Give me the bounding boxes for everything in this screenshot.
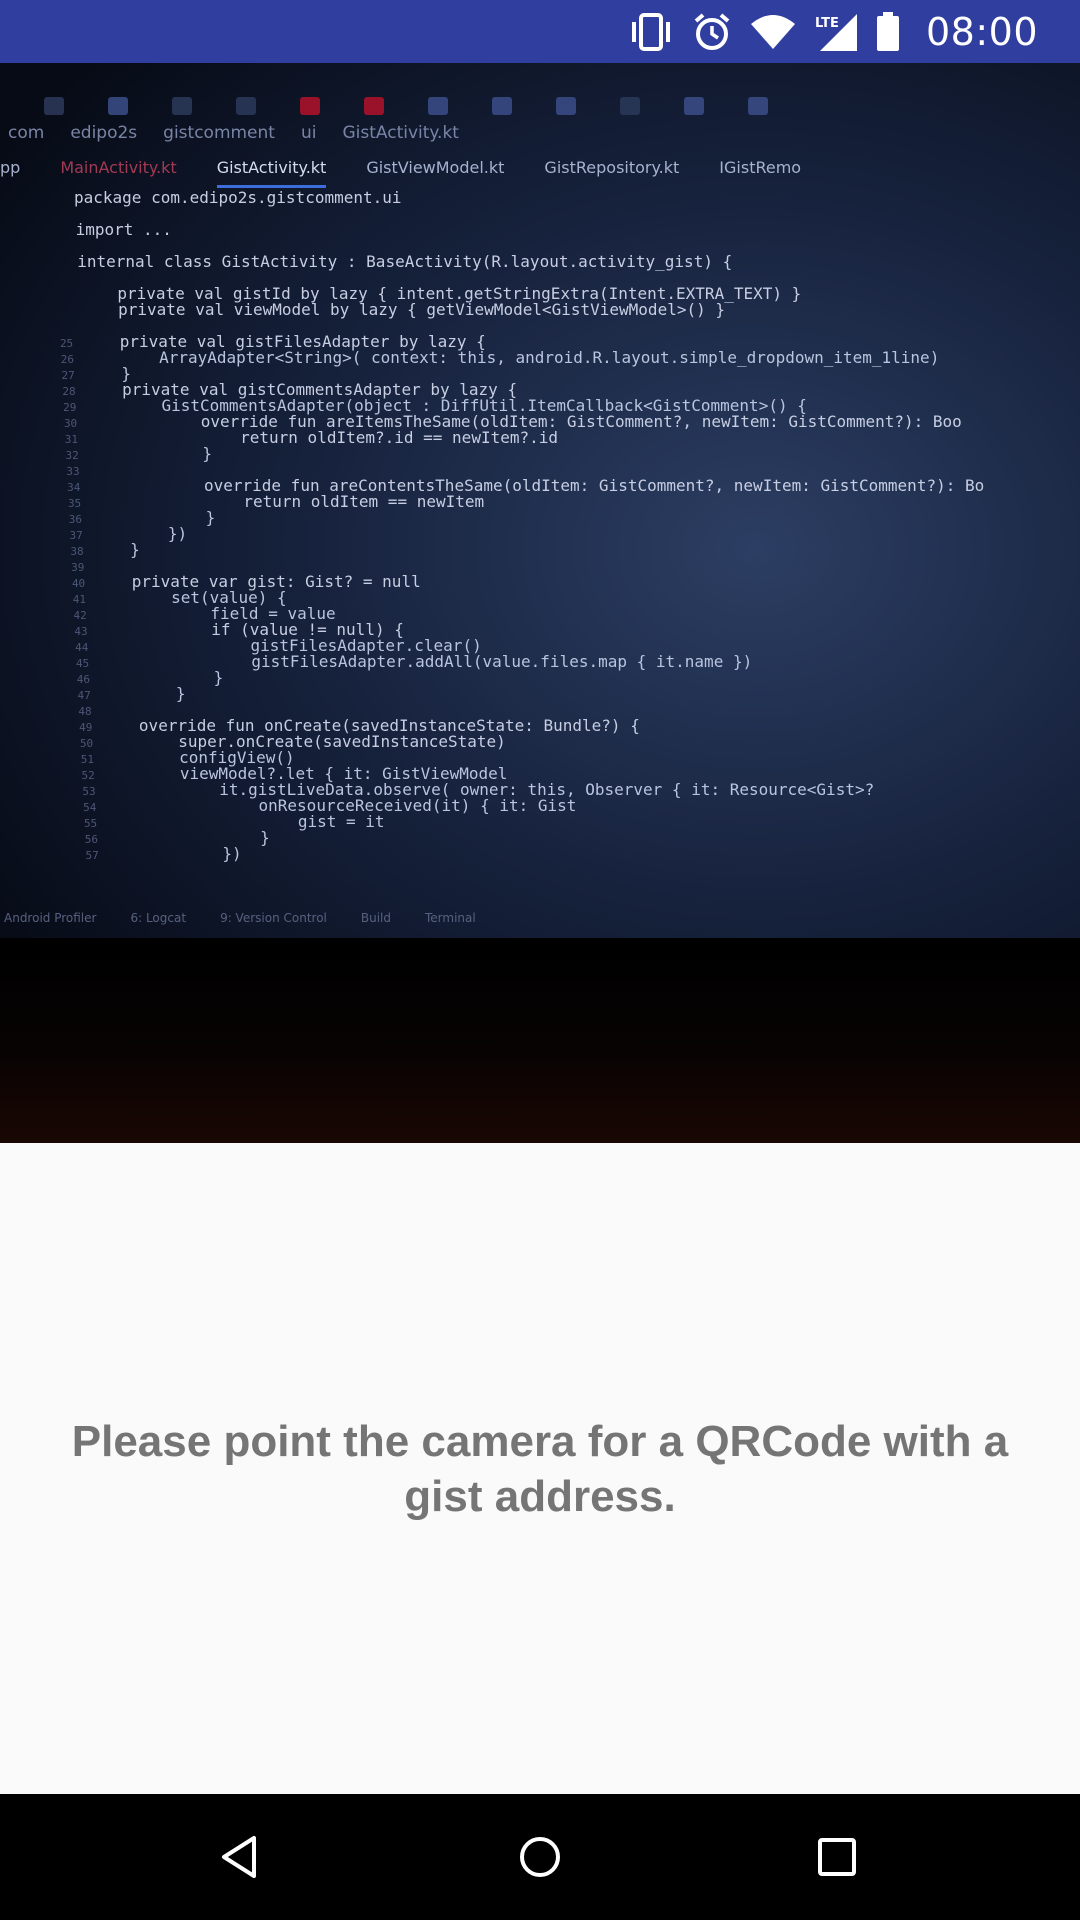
- code-text: internal class GistActivity : BaseActivi…: [77, 252, 733, 271]
- ide-tool-icon: [428, 97, 448, 115]
- ide-tool-icon: [236, 97, 256, 115]
- recents-icon: [818, 1838, 856, 1876]
- back-button[interactable]: [206, 1822, 276, 1892]
- instruction-panel: Please point the camera for a QRCode wit…: [0, 1143, 1080, 1794]
- ide-tab-active: GistActivity.kt: [216, 158, 327, 188]
- code-text: private val viewModel by lazy { getViewM…: [79, 300, 725, 319]
- ide-help-icon: [748, 97, 768, 115]
- status-bar: LTE 08:00: [0, 0, 1080, 63]
- battery-icon: [876, 11, 900, 52]
- wifi-icon: [750, 12, 796, 52]
- ide-tab: MainActivity.kt: [60, 158, 177, 177]
- code-line: internal class GistActivity : BaseActivi…: [0, 254, 1080, 270]
- ide-tool-icon: [492, 97, 512, 115]
- code-text: import ...: [75, 220, 172, 239]
- code-line: 47 }: [0, 684, 1080, 703]
- navigation-bar: [0, 1794, 1080, 1920]
- ide-breadcrumb: com edipo2s gistcomment ui GistActivity.…: [8, 123, 459, 153]
- clock-time: 08:00: [925, 9, 1038, 54]
- line-number: 57: [85, 849, 99, 862]
- breadcrumb-item: edipo2s: [70, 123, 138, 143]
- back-icon: [222, 1836, 256, 1878]
- ide-tool-icon: [556, 97, 576, 115]
- code-text: package com.edipo2s.gistcomment.ui: [74, 188, 402, 207]
- ide-status-item: Android Profiler: [4, 911, 97, 925]
- ide-tool-icon: [108, 97, 128, 115]
- breadcrumb-item: ui: [300, 123, 317, 143]
- ide-tool-icon: [684, 97, 704, 115]
- ide-tab: GistViewModel.kt: [366, 158, 505, 177]
- ide-tab: IGistRemo: [719, 158, 802, 177]
- instruction-message: Please point the camera for a QRCode wit…: [71, 1416, 1009, 1521]
- home-icon: [520, 1837, 560, 1877]
- code-line: 37 }): [0, 526, 1080, 543]
- breadcrumb-item: GistActivity.kt: [342, 123, 459, 143]
- ide-tabs: pp MainActivity.kt GistActivity.kt GistV…: [0, 158, 1080, 188]
- svg-text:LTE: LTE: [815, 16, 839, 31]
- ide-tab: pp: [0, 158, 21, 177]
- code-line: import ...: [0, 222, 1080, 238]
- code-line: 38 }: [0, 540, 1080, 559]
- vibrate-icon: [628, 12, 674, 52]
- camera-preview: com edipo2s gistcomment ui GistActivity.…: [0, 63, 1080, 1143]
- lte-signal-icon: LTE: [814, 12, 858, 52]
- ide-run-icon: [172, 97, 192, 115]
- code-text: }: [98, 684, 186, 703]
- code-text: }): [106, 844, 242, 863]
- code-line: 32 }: [0, 444, 1080, 463]
- ide-status-item: Terminal: [425, 911, 476, 925]
- code-line: package com.edipo2s.gistcomment.ui: [0, 190, 1080, 206]
- ide-status-item: 6: Logcat: [130, 911, 187, 925]
- ide-status-item: Build: [360, 911, 391, 925]
- home-button[interactable]: [505, 1822, 575, 1892]
- code-line: 26 ArrayAdapter<String>( context: this, …: [0, 348, 1080, 367]
- ide-code-editor: package com.edipo2s.gistcomment.ui import…: [0, 190, 1080, 863]
- ide-status-item: 9: Version Control: [220, 911, 327, 925]
- alarm-icon: [692, 12, 732, 52]
- code-line: private val viewModel by lazy { getViewM…: [0, 302, 1080, 318]
- ide-stop-icon: [300, 97, 320, 115]
- breadcrumb-item: com: [8, 123, 45, 143]
- code-text: }: [86, 444, 213, 463]
- code-text: ArrayAdapter<String>( context: this, and…: [82, 348, 940, 367]
- recents-button[interactable]: [802, 1822, 872, 1892]
- ide-tool-icon: [620, 97, 640, 115]
- ide-tool-icon: [44, 97, 64, 115]
- code-text: }: [91, 540, 140, 559]
- camera-preview-shadow: [0, 938, 1080, 1143]
- ide-tab: GistRepository.kt: [544, 158, 680, 177]
- breadcrumb-item: gistcomment: [163, 123, 275, 143]
- ide-status-bar: Android Profiler 6: Logcat 9: Version Co…: [0, 898, 1080, 938]
- ide-tool-icon: [364, 97, 384, 115]
- code-line: 57 }): [0, 844, 1080, 863]
